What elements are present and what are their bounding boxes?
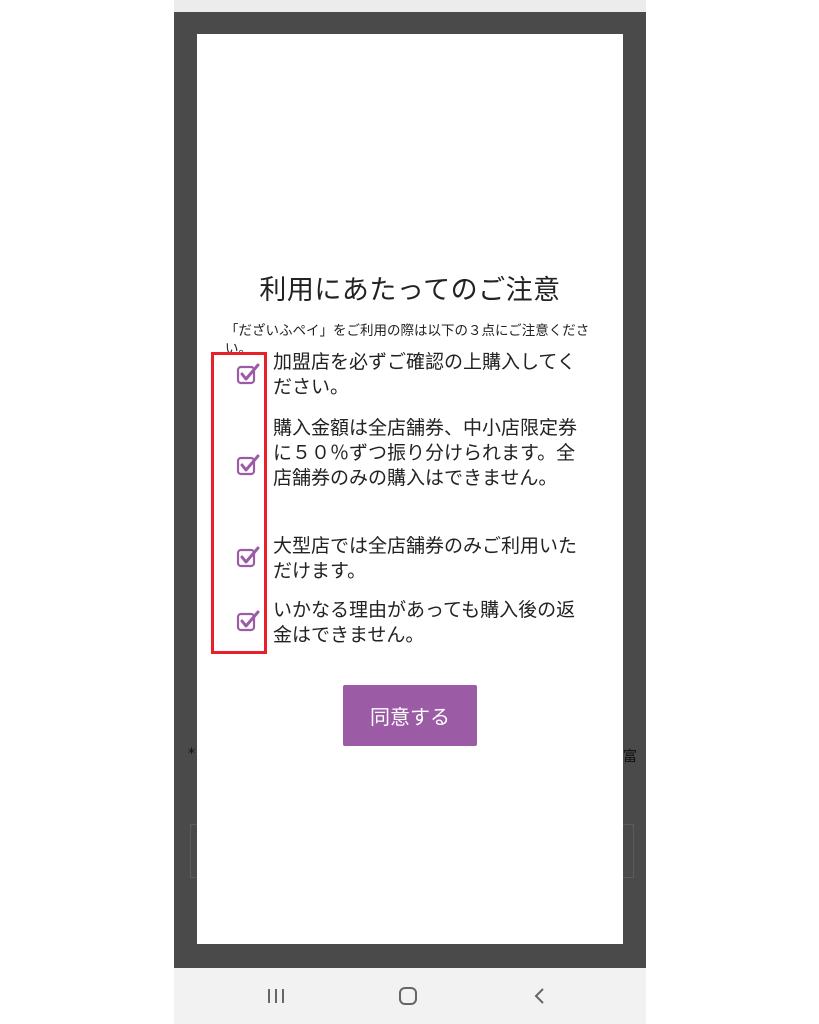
home-button[interactable] [388,980,428,1012]
notice-item-4: いかなる理由があっても購入後の返金はできません。 [273,599,576,646]
recents-button[interactable] [256,980,296,1012]
background-text-right: 富 [623,749,637,765]
home-icon [399,987,417,1005]
back-button[interactable] [520,980,560,1012]
status-bar [174,0,646,12]
navigation-bar [174,968,646,1024]
back-icon [534,988,544,1004]
notice-item-1: 加盟店を必ずご確認の上購入してください。 [273,351,576,398]
checkbox-highlight-frame [211,352,267,654]
notice-dialog: 利用にあたってのご注意 「だざいふペイ」をご利用の際は以下の３点にご注意ください… [197,34,623,944]
notice-item-2: 購入金額は全店舗券、中小店限定券に５０％ずつ振り分けられます。全店舗券のみの購入… [273,417,578,489]
background-text-left: * [188,746,195,762]
recents-icon [268,989,284,1003]
agree-button[interactable]: 同意する [343,685,477,746]
notice-item-3: 大型店では全店舗券のみご利用いただけます。 [273,535,578,582]
dialog-title: 利用にあたってのご注意 [259,275,561,306]
